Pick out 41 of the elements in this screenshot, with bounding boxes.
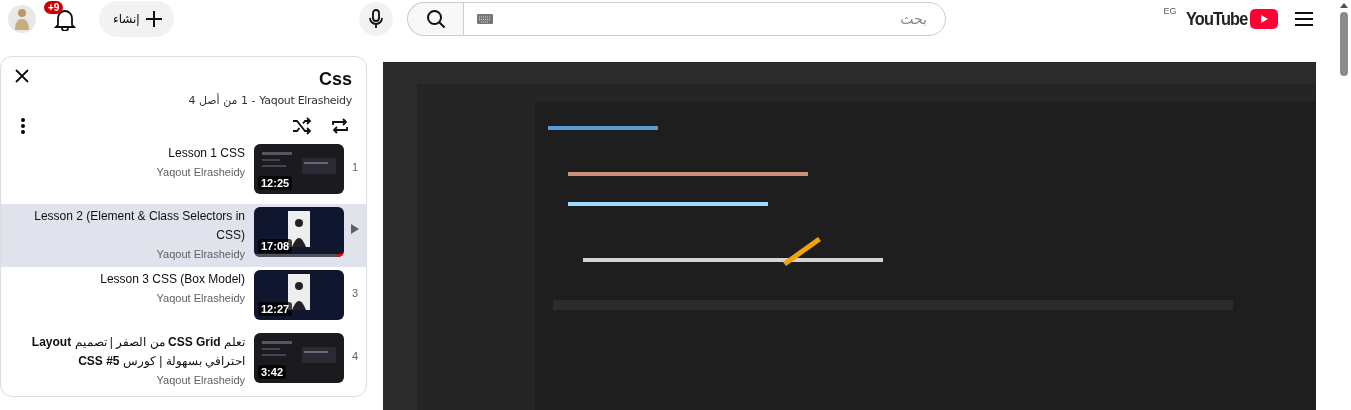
duration-label: 17:08 xyxy=(258,239,293,253)
item-index: 3 xyxy=(351,287,359,299)
youtube-logo[interactable]: YouTube xyxy=(1181,8,1278,30)
playlist-item[interactable]: 3 12:27 Lesson 3 CSS (Box Model) Yaqout Elrasheidy xyxy=(1,267,366,330)
search-icon xyxy=(425,9,446,29)
more-options-icon[interactable] xyxy=(21,118,25,134)
microphone-icon xyxy=(369,9,383,29)
scroll-up-icon[interactable] xyxy=(1339,3,1348,8)
microphone-button[interactable] xyxy=(359,2,393,36)
video-title: Lesson 2 (Element & Class Selectors in CSS) xyxy=(33,208,245,244)
channel-name: Yaqout Elrasheidy xyxy=(155,374,245,386)
keyboard-icon[interactable] xyxy=(477,14,493,24)
duration-label: 3:42 xyxy=(258,365,287,379)
video-title: Lesson 3 CSS (Box Model) xyxy=(99,271,245,288)
item-index: 1 xyxy=(351,161,359,173)
duration-label: 12:27 xyxy=(258,302,293,316)
channel-name[interactable]: Yaqout Elrasheidy xyxy=(259,94,352,107)
notification-badge: +9 xyxy=(44,1,64,14)
scrollbar-thumb[interactable] xyxy=(1339,12,1348,76)
loop-icon[interactable] xyxy=(330,117,350,135)
playlist-position: - 1 من أصل 4 xyxy=(188,94,256,107)
item-index: 4 xyxy=(351,350,359,362)
channel-name: Yaqout Elrasheidy xyxy=(155,166,245,178)
close-icon[interactable] xyxy=(15,69,29,83)
plus-icon xyxy=(145,11,162,27)
channel-name: Yaqout Elrasheidy xyxy=(155,248,245,260)
menu-icon[interactable] xyxy=(1295,12,1313,26)
playlist-title[interactable]: Css xyxy=(318,69,352,90)
search-button[interactable] xyxy=(407,2,463,36)
duration-label: 12:25 xyxy=(258,176,293,190)
country-code: EG xyxy=(1163,6,1177,16)
shuffle-icon[interactable] xyxy=(292,117,312,135)
channel-name: Yaqout Elrasheidy xyxy=(155,292,245,304)
video-title: Lesson 1 CSS xyxy=(167,145,245,162)
playlist-item[interactable]: 17:08 Lesson 2 (Element & Class Selectors in CSS) Yaqout Elrasheidy xyxy=(1,204,366,267)
avatar[interactable] xyxy=(8,5,36,33)
play-icon xyxy=(351,224,359,234)
create-button[interactable]: إنشاء xyxy=(99,1,174,37)
play-icon xyxy=(1250,9,1278,29)
search-field[interactable]: بحث xyxy=(463,2,946,36)
playlist-item[interactable]: 1 12:25 Lesson 1 CSS Yaqout Elrasheidy xyxy=(1,141,366,204)
